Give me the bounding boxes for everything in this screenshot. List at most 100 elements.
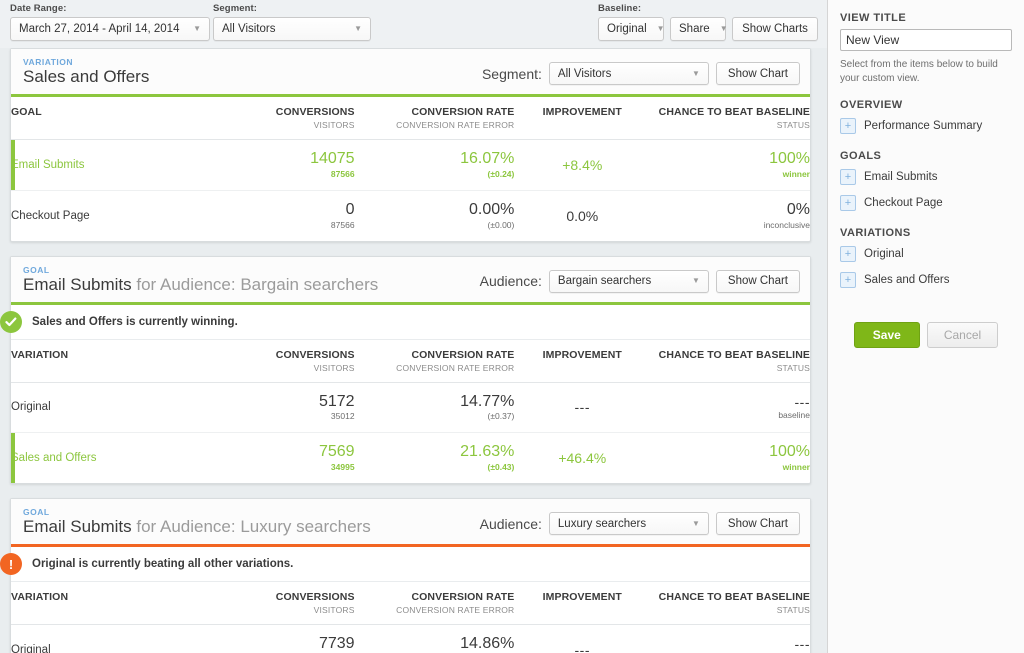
show-chart-button[interactable]: Show Chart	[715, 269, 800, 293]
panel-kicker: VARIATION	[23, 57, 74, 67]
metrics-table: VARIATION CONVERSIONS VISITORS CONVERSION R…	[11, 339, 810, 484]
sidebar-item[interactable]: + Email Submits	[840, 169, 1012, 185]
view-builder-help-text: Select from the items below to build you…	[840, 59, 998, 84]
plus-icon[interactable]: +	[840, 272, 856, 288]
table-header-row: GOAL CONVERSIONS VISITORS CONVERSION RATE CO…	[11, 97, 810, 140]
metrics-table: GOAL CONVERSIONS VISITORS CONVERSION RATE CO…	[11, 97, 810, 241]
table-row: Email Submits 14075 87566 16.07% (±0.24) +8.4…	[11, 139, 810, 191]
show-chart-button[interactable]: Show Chart	[715, 512, 800, 536]
column-header-sub: VISITORS	[313, 605, 355, 616]
panel-selector-label: Segment:	[481, 65, 542, 82]
panel-status-strip: Sales and Offers is currently winning.	[0, 305, 810, 340]
check-icon	[0, 310, 22, 333]
visitors-value: 35012	[330, 411, 355, 422]
sidebar-item[interactable]: + Checkout Page	[840, 195, 1012, 211]
segment-select[interactable]: All Visitors ▼	[213, 17, 371, 41]
show-chart-button[interactable]: Show Chart	[715, 62, 800, 85]
metrics-table: VARIATION CONVERSIONS VISITORS CONVERSION R…	[11, 582, 810, 653]
conversion-rate-cell: 16.07% (±0.24)	[354, 139, 515, 191]
row-name: Sales and Offers	[11, 452, 97, 465]
panel-selector[interactable]: All Visitors ▼	[548, 62, 709, 85]
improvement-cell: +46.4%	[514, 433, 650, 483]
conversions-cell: 0 87566	[219, 190, 355, 240]
plus-icon[interactable]: +	[840, 195, 856, 211]
date-range-label: Date Range:	[10, 3, 67, 14]
column-header-main: CHANCE TO BEAT BASELINE	[658, 106, 810, 118]
chance-cell: ---baseline	[650, 624, 810, 653]
conversions-cell: 14075 87566	[218, 139, 355, 191]
plus-icon[interactable]: +	[840, 118, 856, 134]
plus-icon[interactable]: +	[840, 246, 856, 262]
column-header: CHANCE TO BEAT BASELINE STATUS	[650, 97, 810, 140]
row-name: Original	[11, 644, 51, 653]
plus-icon[interactable]: +	[840, 169, 856, 185]
row-name-cell: Checkout Page	[11, 190, 219, 240]
segment-label: Segment:	[213, 3, 258, 14]
panel-title-muted: for Audience: Luxury searchers	[136, 517, 371, 537]
sidebar-item[interactable]: + Performance Summary	[840, 118, 1012, 134]
save-button[interactable]: Save	[853, 322, 920, 348]
chance-value: 100%	[769, 150, 810, 167]
column-header-main: CHANCE TO BEAT BASELINE	[658, 348, 810, 361]
conversions-cell: 7569 34995	[219, 433, 355, 483]
sidebar-item[interactable]: + Sales and Offers	[840, 272, 1012, 288]
share-select[interactable]: Share ▼	[670, 17, 728, 41]
panel-status-text: Original is currently beating all other …	[32, 558, 294, 571]
panel-selector-label: Audience:	[479, 515, 542, 532]
column-header-main: IMPROVEMENT	[542, 106, 622, 118]
column-header: IMPROVEMENT	[514, 582, 651, 626]
visitors-value: 87566	[330, 219, 355, 230]
view-title-input[interactable]	[840, 29, 1012, 51]
table-row: Sales and Offers 7569 34995 21.63% (±0.43) +4…	[11, 432, 810, 483]
visitors-value: 34995	[330, 462, 355, 473]
show-chart-label: Show Chart	[727, 67, 788, 80]
main-column: Date Range: March 27, 2014 - April 14, 2…	[0, 0, 827, 653]
improvement-value: +46.4%	[558, 450, 607, 467]
column-header-sub: VISITORS	[313, 362, 355, 373]
view-builder-sidebar: VIEW TITLE Select from the items below t…	[827, 0, 1024, 653]
panel-title-main: Sales and Offers	[23, 67, 150, 86]
results-panel: GOAL Email Submits for Audience: Luxury s…	[0, 498, 811, 653]
panel-header-controls: Audience: Bargain searchers ▼ Show Chart	[480, 269, 800, 295]
chance-cell: 100% winner	[650, 139, 810, 191]
sidebar-section-heading: OVERVIEW	[840, 99, 903, 111]
sidebar-item[interactable]: + Original	[840, 246, 1012, 262]
column-header-sub: CONVERSION RATE ERROR	[396, 605, 515, 616]
column-header: CONVERSIONS VISITORS	[218, 97, 355, 140]
panel-selector-value: Luxury searchers	[557, 517, 647, 530]
chance-value: 0%	[786, 200, 810, 218]
baseline-select[interactable]: Original ▼	[598, 17, 665, 41]
conversion-rate-value: 14.86%	[460, 635, 515, 653]
panel-title-muted: for Audience: Bargain searchers	[136, 274, 379, 294]
cancel-button[interactable]: Cancel	[926, 322, 999, 348]
conversions-cell: 5172 35012	[218, 382, 355, 434]
column-header-main: CONVERSIONS	[275, 591, 355, 604]
column-header: VARIATION	[11, 582, 219, 626]
column-header-main: IMPROVEMENT	[542, 591, 622, 604]
table-row: Original 5172 35012 14.77% (±0.37) --- --- base…	[11, 382, 810, 434]
column-header: VARIATION	[11, 339, 219, 383]
status-badge: winner	[782, 462, 810, 473]
panel-selector[interactable]: Luxury searchers ▼	[548, 512, 709, 536]
show-charts-button[interactable]: Show Charts	[732, 17, 818, 41]
conversion-rate-cell: 14.86%(±0.31)	[354, 624, 515, 653]
conversions-value: 14075	[310, 150, 355, 167]
conversions-value: 0	[345, 200, 355, 218]
panel-selector[interactable]: Bargain searchers ▼	[548, 269, 709, 293]
panel-header-controls: Segment: All Visitors ▼ Show Chart	[482, 62, 800, 87]
column-header-main: CONVERSION RATE	[411, 348, 515, 361]
panel-title-main: Email Submits	[23, 274, 132, 294]
baseline-value: Original	[607, 23, 647, 35]
conversion-rate-error: (±0.37)	[487, 411, 515, 422]
date-range-select[interactable]: March 27, 2014 - April 14, 2014 ▼	[10, 17, 210, 41]
column-header-main: IMPROVEMENT	[542, 348, 622, 361]
column-header-sub: VISITORS	[313, 120, 355, 130]
improvement-value: +8.4%	[562, 156, 603, 173]
panel-heading-block: VARIATION Sales and Offers	[23, 57, 149, 87]
column-header-main: CONVERSIONS	[275, 106, 355, 118]
conversion-rate-cell: 14.77% (±0.37)	[354, 382, 515, 434]
visitors-value: 87566	[330, 168, 355, 179]
column-header-main: VARIATION	[11, 591, 69, 604]
column-header-main: CHANCE TO BEAT BASELINE	[658, 591, 810, 604]
